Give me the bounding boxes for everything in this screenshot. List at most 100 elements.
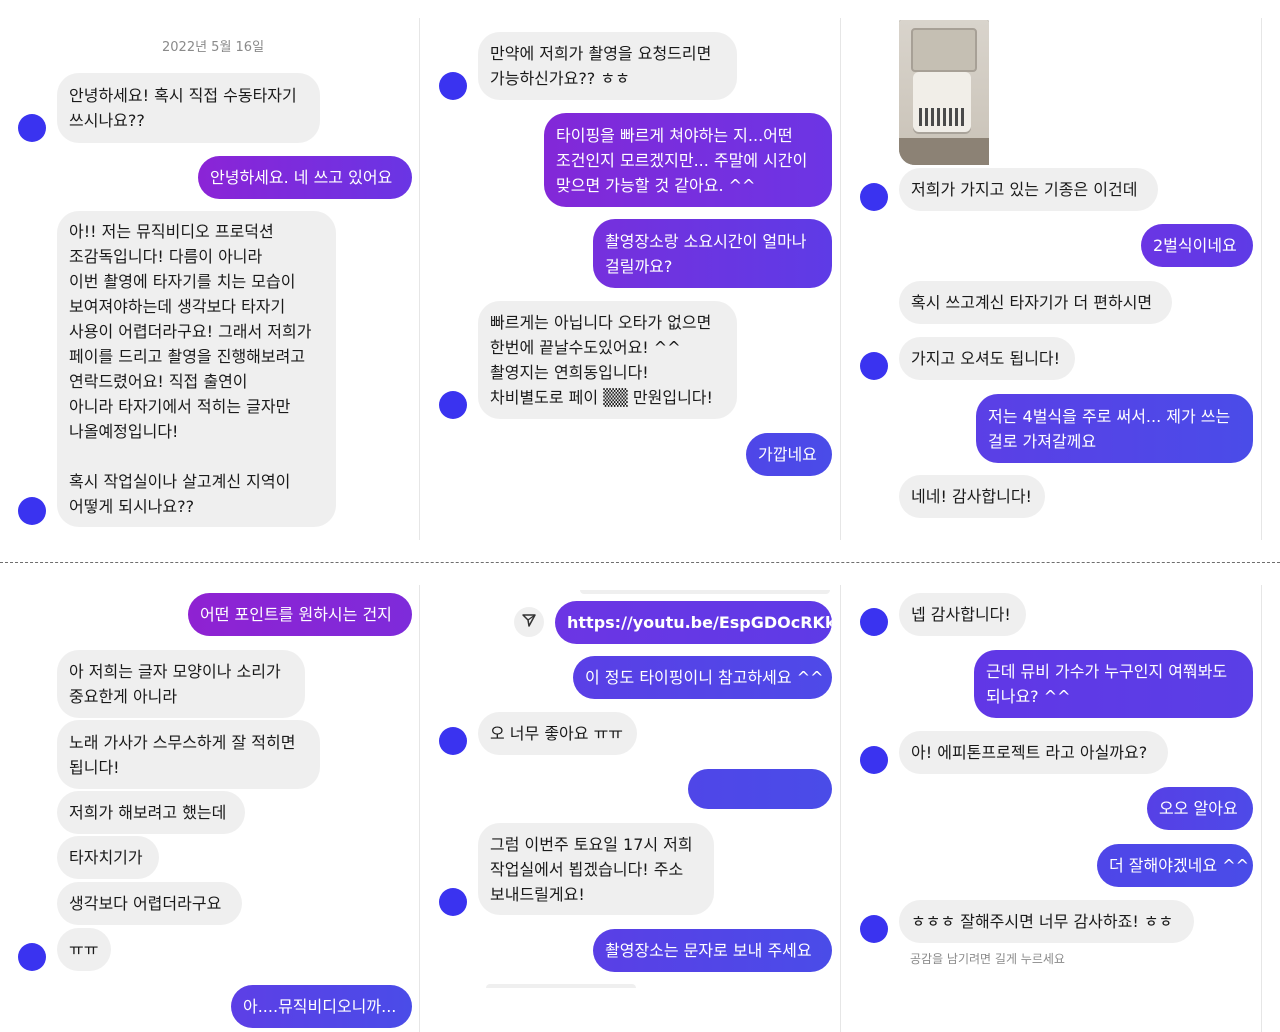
incoming-message[interactable]: ㅠㅠ bbox=[57, 928, 111, 971]
panel-divider bbox=[419, 585, 420, 1032]
date-label: 2022년 5월 16일 bbox=[162, 40, 265, 55]
message-line: 차비별도로 페이 ▒▒ 만원입니다! bbox=[490, 388, 713, 407]
incoming-message[interactable]: 그럼 이번주 토요일 17시 저희작업실에서 뵙겠습니다! 주소보내드릴게요! bbox=[478, 823, 714, 915]
incoming-message[interactable]: 타자치기가 bbox=[57, 836, 159, 879]
message-line: 나올예정입니다! bbox=[69, 422, 179, 441]
outgoing-message[interactable]: 촬영장소는 문자로 보내 주세요 bbox=[593, 929, 832, 972]
share-button[interactable] bbox=[514, 607, 544, 637]
incoming-message[interactable]: 안녕하세요! 혹시 직접 수동타자기쓰시나요?? bbox=[57, 73, 320, 143]
outgoing-message[interactable]: 어떤 포인트를 원하시는 건지 bbox=[188, 593, 412, 636]
message-line: 촬영지는 연희동입니다! bbox=[490, 363, 649, 382]
section-divider bbox=[0, 562, 1280, 563]
avatar[interactable] bbox=[860, 183, 888, 211]
incoming-message[interactable]: 빠르게는 아닙니다 오타가 없으면한번에 끝날수도있어요! ^^ 촬영지는 연희동… bbox=[478, 301, 737, 419]
avatar[interactable] bbox=[439, 727, 467, 755]
message-line: 맞으면 가능할 것 같아요. ^^ bbox=[556, 175, 756, 195]
outgoing-message[interactable]: 2벌식이네요 bbox=[1141, 224, 1253, 267]
message-line: 보내드릴게요! bbox=[490, 884, 585, 904]
message-line: 이번 촬영에 타자기를 치는 모습이 bbox=[69, 272, 296, 291]
message-line: 근데 뮤비 가수가 누구인지 여쭤봐도 bbox=[986, 662, 1228, 681]
message-line: 연락드렸어요! 직접 출연이 bbox=[69, 372, 248, 391]
avatar[interactable] bbox=[860, 915, 888, 943]
incoming-message[interactable]: 저희가 가지고 있는 기종은 이건데 bbox=[899, 168, 1158, 211]
message-line: 어떻게 되시나요?? bbox=[69, 497, 195, 516]
panel-divider bbox=[419, 18, 420, 540]
panel-divider bbox=[1261, 585, 1262, 1032]
avatar[interactable] bbox=[439, 72, 467, 100]
avatar[interactable] bbox=[18, 943, 46, 971]
avatar[interactable] bbox=[860, 352, 888, 380]
message-line bbox=[69, 444, 324, 469]
message-line: 노래 가사가 스무스하게 잘 적히면 bbox=[69, 732, 296, 752]
message-line: 작업실에서 뵙겠습니다! 주소 bbox=[490, 859, 684, 879]
message-line: 되나요? ^^ bbox=[986, 687, 1071, 706]
outgoing-message[interactable] bbox=[688, 769, 832, 809]
outgoing-message[interactable]: 촬영장소랑 소요시간이 얼마나걸릴까요? bbox=[593, 219, 832, 288]
message-line: 걸릴까요? bbox=[605, 256, 673, 276]
incoming-message[interactable]: 오 너무 좋아요 ㅠㅠ bbox=[478, 712, 637, 755]
incoming-message[interactable]: 넵 감사합니다! bbox=[899, 593, 1026, 636]
message-line: 페이를 드리고 촬영을 진행해보려고 bbox=[69, 347, 306, 366]
avatar[interactable] bbox=[18, 114, 46, 142]
incoming-message[interactable]: 만약에 저희가 촬영을 요청드리면가능하신가요?? ㅎㅎ bbox=[478, 32, 737, 100]
panel-divider bbox=[840, 585, 841, 1032]
avatar[interactable] bbox=[860, 746, 888, 774]
incoming-message[interactable]: 네네! 감사합니다! bbox=[899, 475, 1045, 518]
message-line: 저는 4벌식을 주로 써서... 제가 쓰는 bbox=[988, 406, 1231, 426]
message-line: 걸로 가져갈께요 bbox=[988, 431, 1097, 451]
outgoing-message[interactable]: 근데 뮤비 가수가 누구인지 여쭤봐도되나요? ^^ bbox=[974, 650, 1253, 718]
incoming-message[interactable]: 아!! 저는 뮤직비디오 프로덕션조감독입니다! 다름이 아니라이번 촬영에 타… bbox=[57, 211, 336, 527]
photo-floor bbox=[899, 138, 989, 165]
message-line: 촬영장소랑 소요시간이 얼마나 bbox=[605, 231, 807, 251]
typewriter-keys bbox=[919, 108, 965, 126]
message-edge bbox=[486, 984, 636, 988]
message-line: 혹시 작업실이나 살고계신 지역이 bbox=[69, 472, 291, 491]
send-icon bbox=[521, 612, 537, 632]
typewriter-photo[interactable] bbox=[899, 20, 989, 165]
incoming-message[interactable]: 생각보다 어렵더라구요 bbox=[57, 882, 242, 925]
message-line: 조감독입니다! 다름이 아니라 bbox=[69, 247, 263, 266]
reaction-hint: 공감을 남기려면 길게 누르세요 bbox=[910, 952, 1065, 966]
message-line: 빠르게는 아닙니다 오타가 없으면 bbox=[490, 313, 712, 332]
message-line: 만약에 저희가 촬영을 요청드리면 bbox=[490, 44, 712, 63]
message-line: 안녕하세요! 혹시 직접 수동타자기 bbox=[69, 86, 297, 105]
outgoing-message[interactable]: 이 정도 타이핑이니 참고하세요 ^^ bbox=[573, 656, 832, 699]
avatar[interactable] bbox=[439, 888, 467, 916]
link-text[interactable]: https://youtu.be/EspGDOcRKk4 bbox=[567, 610, 832, 635]
avatar[interactable] bbox=[860, 608, 888, 636]
incoming-message[interactable]: 아 저희는 글자 모양이나 소리가중요한게 아니라 bbox=[57, 650, 305, 718]
typewriter-case bbox=[911, 28, 977, 72]
message-line: 보여져야하는데 생각보다 타자기 bbox=[69, 297, 286, 316]
message-line: 타이핑을 빠르게 쳐야하는 지...어떤 bbox=[556, 125, 793, 145]
avatar[interactable] bbox=[439, 391, 467, 419]
incoming-message[interactable]: 아! 에피톤프로젝트 라고 아실까요? bbox=[899, 731, 1168, 774]
outgoing-message[interactable]: 오오 알아요 bbox=[1147, 787, 1253, 830]
message-line: 중요한게 아니라 bbox=[69, 687, 178, 706]
incoming-message[interactable]: 가지고 오셔도 됩니다! bbox=[899, 337, 1075, 380]
outgoing-message[interactable]: 저는 4벌식을 주로 써서... 제가 쓰는걸로 가져갈께요 bbox=[976, 394, 1253, 463]
message-line: 사용이 어렵더라구요! 그래서 저희가 bbox=[69, 322, 312, 341]
message-line: 가능하신가요?? ㅎㅎ bbox=[490, 69, 630, 88]
outgoing-message[interactable]: 안녕하세요. 네 쓰고 있어요 bbox=[198, 156, 412, 199]
link-message[interactable]: https://youtu.be/EspGDOcRKk4 bbox=[555, 601, 832, 644]
message-line: 그럼 이번주 토요일 17시 저희 bbox=[490, 834, 693, 854]
message-line: 아니라 타자기에서 적히는 글자만 bbox=[69, 397, 291, 416]
outgoing-message[interactable]: 아....뮤직비디오니까... bbox=[231, 985, 412, 1028]
message-edge bbox=[580, 590, 830, 594]
outgoing-message[interactable]: 더 잘해야겠네요 ^^ bbox=[1097, 844, 1253, 887]
panel-divider bbox=[1261, 18, 1262, 540]
message-line: 조건인지 모르겠지만... 주말에 시간이 bbox=[556, 150, 808, 170]
message-line: 아!! 저는 뮤직비디오 프로덕션 bbox=[69, 222, 274, 241]
message-line: 아 저희는 글자 모양이나 소리가 bbox=[69, 662, 281, 681]
outgoing-message[interactable]: 타이핑을 빠르게 쳐야하는 지...어떤조건인지 모르겠지만... 주말에 시간… bbox=[544, 113, 832, 207]
outgoing-message[interactable]: 가깝네요 bbox=[746, 433, 832, 476]
message-line: 쓰시나요?? bbox=[69, 111, 145, 130]
incoming-message[interactable]: 저희가 해보려고 했는데 bbox=[57, 791, 245, 834]
message-line: 한번에 끝날수도있어요! ^^ bbox=[490, 338, 681, 357]
incoming-message[interactable]: ㅎㅎㅎ 잘해주시면 너무 감사하죠! ㅎㅎ bbox=[899, 900, 1194, 943]
incoming-message[interactable]: 혹시 쓰고계신 타자기가 더 편하시면 bbox=[899, 281, 1172, 324]
avatar[interactable] bbox=[18, 497, 46, 525]
panel-divider bbox=[840, 18, 841, 540]
message-line: 됩니다! bbox=[69, 757, 120, 777]
incoming-message[interactable]: 노래 가사가 스무스하게 잘 적히면됩니다! bbox=[57, 720, 320, 789]
